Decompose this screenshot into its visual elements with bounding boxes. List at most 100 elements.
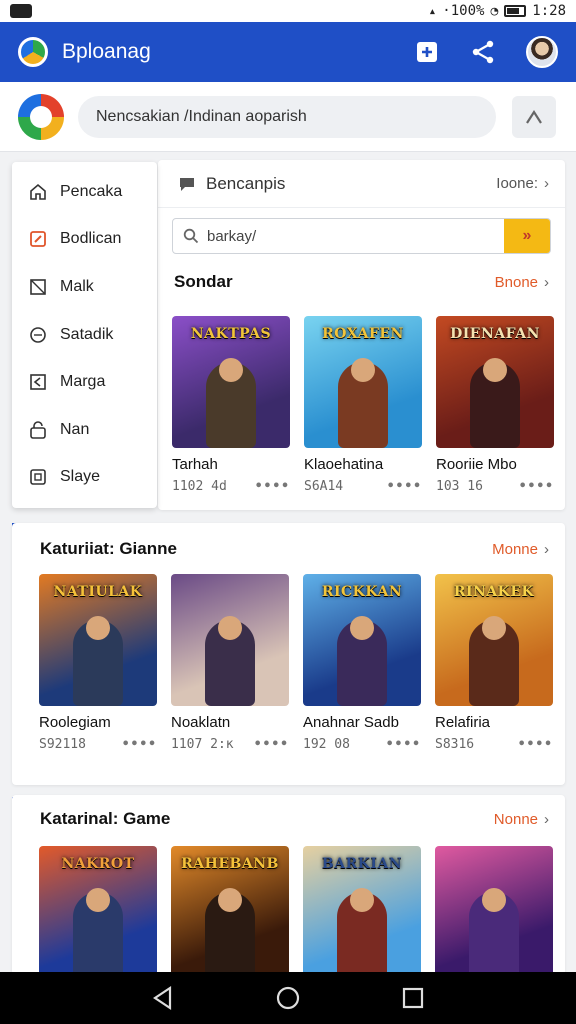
character-figure (206, 358, 256, 448)
window-icon (28, 467, 48, 487)
game-stat: 192 08 (303, 737, 350, 752)
add-icon[interactable] (414, 39, 440, 65)
drawer-item-label: Satadik (60, 325, 114, 343)
cover-title: NATIULAK (53, 584, 143, 600)
drawer-item-label: Nan (60, 420, 90, 438)
game-cover-image[interactable] (435, 846, 553, 975)
section-more-link[interactable]: Nonne (494, 811, 538, 828)
drawer-item-label: Slaye (60, 468, 101, 486)
panel-more-link[interactable]: Ioone: (496, 175, 538, 192)
status-bar: ▴ ·100% ◔ 1:28 (0, 0, 576, 22)
chevron-right-icon: › (544, 175, 549, 192)
character-figure (205, 616, 255, 706)
drawer-item-7[interactable]: Slaye (12, 454, 157, 502)
game-tile[interactable]: NATIULAK Roolegiam S92118 •••• (39, 574, 157, 752)
signal-icon: ▴ (428, 3, 437, 19)
game-title: Rooriie Mbo (436, 456, 517, 473)
home-button-icon[interactable] (275, 985, 301, 1011)
avatar[interactable] (526, 36, 558, 68)
drawer-item-5[interactable]: Marga (12, 358, 157, 406)
game-cover-image[interactable]: RICKKAN (303, 574, 421, 706)
game-tile[interactable]: DIENAFAN Rooriie Mbo 103 16 •••• (436, 316, 554, 494)
search-submit-button[interactable]: » (504, 219, 550, 253)
game-tile[interactable] (435, 846, 553, 975)
character-figure (469, 888, 519, 975)
game-title: Tarhah (172, 456, 218, 473)
chevron-right-icon: › (544, 540, 549, 558)
game-title: Relafiria (435, 714, 491, 731)
game-title: Noaklatn (171, 714, 231, 731)
lock-icon (28, 420, 48, 440)
character-figure (205, 888, 255, 975)
game-cover-image[interactable]: BARKIAN (303, 846, 421, 975)
game-tile[interactable]: ROXAFEN Klaoehatina S6A14 •••• (304, 316, 422, 494)
more-options-icon[interactable]: •••• (518, 737, 553, 752)
drawer-item-2[interactable]: Bodlican (12, 216, 157, 264)
more-options-icon[interactable]: •••• (122, 737, 157, 752)
game-cover-image[interactable]: NAKROT (39, 846, 157, 975)
cover-title: DIENAFAN (450, 326, 540, 342)
more-options-icon[interactable]: •••• (387, 479, 422, 494)
game-tile[interactable]: BARKIAN (303, 846, 421, 975)
more-options-icon[interactable]: •••• (386, 737, 421, 752)
caret-up-icon (526, 109, 542, 124)
system-nav-bar (0, 972, 576, 1024)
character-figure (338, 358, 388, 448)
game-meta: S6A14 •••• (304, 479, 422, 494)
more-options-icon[interactable]: •••• (254, 737, 289, 752)
game-tile[interactable]: RINAKEK Relafiria S8316 •••• (435, 574, 553, 752)
game-tile[interactable]: Noaklatn 1107 2:ĸ •••• (171, 574, 289, 752)
game-cover-image[interactable]: ROXAFEN (304, 316, 422, 448)
drawer-item-6[interactable]: Nan (12, 406, 157, 454)
game-tile[interactable]: NAKTPAS Tarhah 1102 4d •••• (172, 316, 290, 494)
game-meta: 1107 2:ĸ •••• (171, 737, 289, 752)
bookmark-icon (28, 372, 48, 392)
game-cover-image[interactable]: NAKTPAS (172, 316, 290, 448)
drawer-item-1[interactable]: Pencaka (12, 168, 157, 216)
game-tile[interactable]: RICKKAN Anahnar Sadb 192 08 •••• (303, 574, 421, 752)
share-icon[interactable] (470, 39, 496, 65)
game-cover-image[interactable]: RINAKEK (435, 574, 553, 706)
home-icon (28, 182, 48, 202)
panel-search-field[interactable]: barkay/ » (172, 218, 551, 254)
back-icon[interactable] (150, 985, 176, 1011)
status-center-text: ·100% (442, 3, 485, 19)
recents-icon[interactable] (400, 985, 426, 1011)
side-drawer: Pencaka Bodlican Malk Satadik Marga Nan … (12, 162, 157, 508)
more-options-icon[interactable]: •••• (519, 479, 554, 494)
game-tile[interactable]: RAHEBANB (171, 846, 289, 975)
search-row: Nencsakian /Indinan aoparish (0, 82, 576, 152)
drawer-item-label: Pencaka (60, 182, 123, 200)
section-more-link[interactable]: Monne (492, 541, 538, 558)
character-figure (337, 888, 387, 975)
game-cover-image[interactable]: RAHEBANB (171, 846, 289, 975)
game-title: Anahnar Sadb (303, 714, 399, 731)
game-tile[interactable]: NAKROT (39, 846, 157, 975)
collapse-button[interactable] (512, 95, 556, 138)
app-logo-icon (18, 37, 48, 67)
chevron-right-icon: › (544, 810, 549, 828)
panel-title: Bencanpis (206, 173, 286, 193)
drawer-item-label: Marga (60, 373, 106, 391)
battery-icon (504, 5, 527, 17)
game-cover-image[interactable]: DIENAFAN (436, 316, 554, 448)
character-figure (470, 358, 520, 448)
app-bar: Bploanag (0, 22, 576, 82)
game-meta: 103 16 •••• (436, 479, 554, 494)
more-options-icon[interactable]: •••• (255, 479, 290, 494)
drawer-item-4[interactable]: Satadik (12, 311, 157, 359)
game-meta: S92118 •••• (39, 737, 157, 752)
search-input[interactable]: Nencsakian /Indinan aoparish (78, 95, 496, 138)
drawer-item-label: Malk (60, 277, 94, 295)
square-icon (28, 277, 48, 297)
section-more-link[interactable]: Bnone (495, 274, 538, 291)
game-cover-image[interactable] (171, 574, 289, 706)
game-stat: 1102 4d (172, 479, 227, 494)
game-cover-image[interactable]: NATIULAK (39, 574, 157, 706)
section-title: Sondar (174, 272, 233, 291)
drawer-item-3[interactable]: Malk (12, 263, 157, 311)
search-icon (183, 228, 199, 244)
search-placeholder: Nencsakian /Indinan aoparish (96, 107, 307, 125)
edit-icon (28, 229, 48, 249)
game-meta: 1102 4d •••• (172, 479, 290, 494)
